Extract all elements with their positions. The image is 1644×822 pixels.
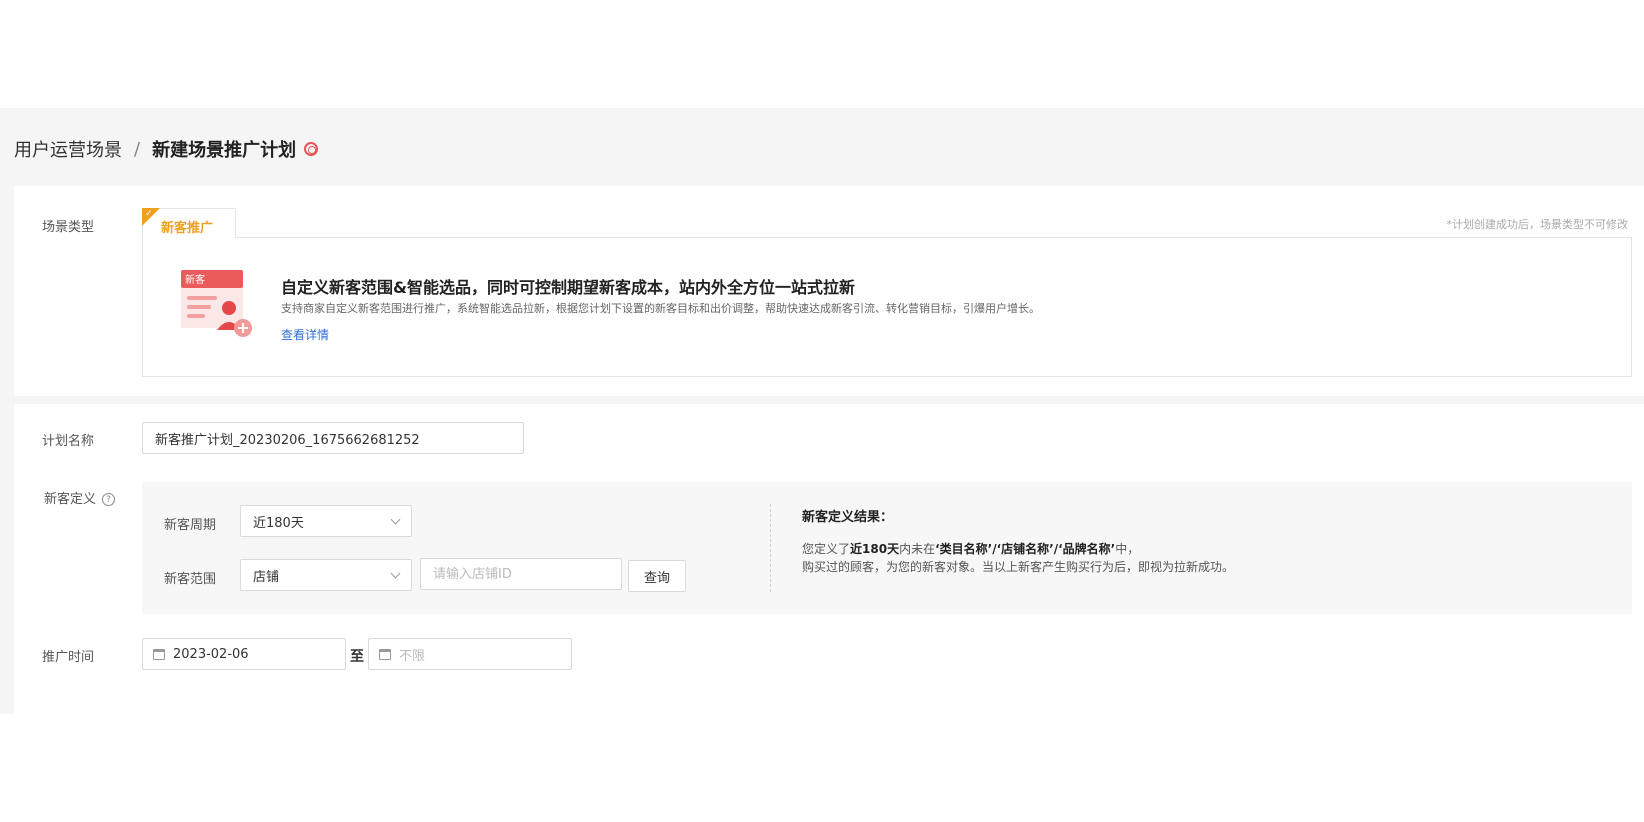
scene-title: 自定义新客范围&智能选品，同时可控制期望新客成本，站内外全方位一站式拉新 [281,278,855,297]
new-customer-definition-label: 新客定义? [44,488,116,507]
chevron-down-icon [390,514,401,524]
scene-type-note: *计划创建成功后，场景类型不可修改 [1446,218,1629,231]
cycle-select-value: 近180天 [253,515,304,531]
app-container: 用户运营场景 / 新建场景推广计划 场景类型 ✓ 新客推广 *计划创建成功后，场… [0,108,1644,714]
question-icon[interactable]: ? [102,493,116,506]
start-date-value: 2023-02-06 [173,646,249,662]
result-suffix: 中， [1115,542,1140,556]
result-names: ‘类目名称’/‘店铺名称’/‘品牌名称’ [935,542,1116,556]
result-mid: 内未在 [899,542,936,556]
scope-label: 新客范围 [164,572,217,587]
plan-form-card: 计划名称 新客定义? 新客周期 近180天 新客范围 店铺 查询 新客定义结果：… [14,404,1644,714]
start-date-picker[interactable]: 2023-02-06 [142,638,346,670]
chevron-down-icon [390,568,401,578]
cycle-label: 新客周期 [164,518,217,533]
breadcrumb: 用户运营场景 / 新建场景推广计划 [14,134,319,164]
query-button[interactable]: 查询 [628,560,686,592]
panel-divider [770,504,771,592]
scene-description: 支持商家自定义新客范围进行推广，系统智能选品拉新，根据您计划下设置的新客目标和出… [281,302,1040,315]
scope-select[interactable]: 店铺 [240,559,412,591]
new-customer-illustration-icon: 新客 [181,270,252,337]
result-prefix: 您定义了 [802,542,851,556]
calendar-icon [379,648,391,660]
illustration-badge-text: 新客 [185,273,205,286]
scene-type-card: 场景类型 ✓ 新客推广 *计划创建成功后，场景类型不可修改 新客 自定义新客范围… [14,186,1644,396]
result-title: 新客定义结果： [802,510,894,525]
scene-tab-label: 新客推广 [161,221,214,236]
result-period: 近180天 [850,542,900,556]
promo-time-label: 推广时间 [42,650,95,665]
page-title: 新建场景推广计划 [152,140,297,161]
new-customer-definition-text: 新客定义 [44,492,97,507]
scene-tab-new-customer[interactable]: ✓ 新客推广 [142,208,236,238]
result-line-2: 购买过的顾客，为您的新客对象。当以上新客产生购买行为后，即视为拉新成功。 [802,560,1235,574]
result-line-1: 您定义了近180天内未在‘类目名称’/‘店铺名称’/‘品牌名称’中， [802,540,1139,557]
scene-type-label: 场景类型 [42,220,95,235]
shop-id-input[interactable] [420,558,622,590]
breadcrumb-parent-link[interactable]: 用户运营场景 [14,136,122,162]
view-details-link[interactable]: 查看详情 [281,326,329,343]
scope-select-value: 店铺 [253,569,280,585]
plan-name-label: 计划名称 [42,434,95,449]
scene-description-box: 新客 自定义新客范围&智能选品，同时可控制期望新客成本，站内外全方位一站式拉新 … [142,237,1632,377]
date-range-separator: 至 [350,649,364,665]
new-customer-definition-panel: 新客周期 近180天 新客范围 店铺 查询 新客定义结果： 您定义了近180天内… [142,482,1632,614]
end-date-placeholder: 不限 [399,648,426,664]
plan-name-input[interactable] [142,422,524,454]
calendar-icon [153,648,165,660]
target-icon[interactable] [304,142,319,156]
breadcrumb-separator: / [134,138,141,160]
cycle-select[interactable]: 近180天 [240,505,412,537]
end-date-picker[interactable]: 不限 [368,638,572,670]
check-icon: ✓ [145,209,153,219]
